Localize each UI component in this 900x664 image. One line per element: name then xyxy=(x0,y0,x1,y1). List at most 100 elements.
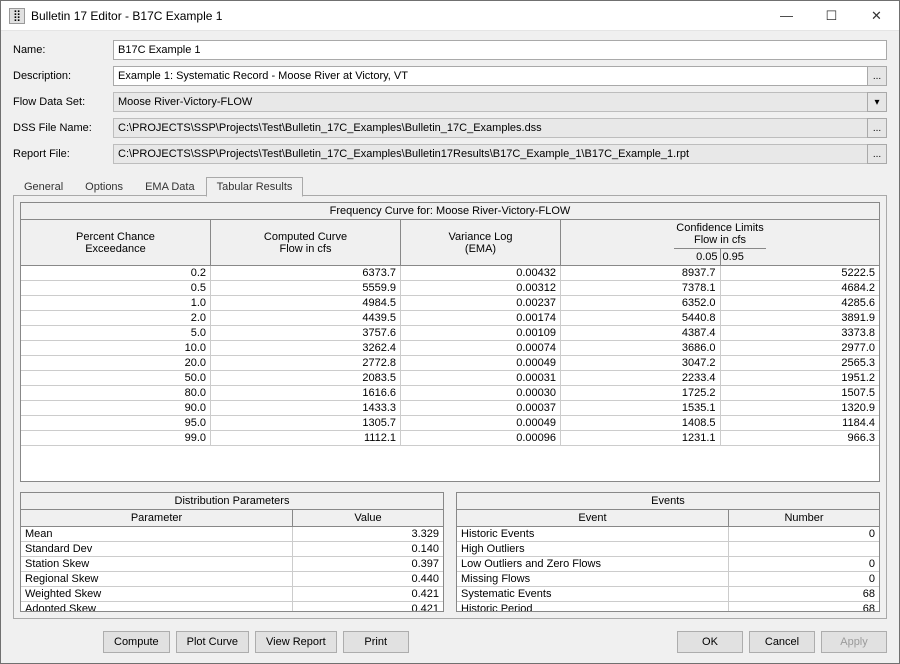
table-row[interactable]: Historic Period68 xyxy=(457,602,879,611)
cell-variance: 0.00037 xyxy=(401,401,561,415)
row-description: Description: ... xyxy=(13,65,887,87)
cancel-button[interactable]: Cancel xyxy=(749,631,815,653)
cell-value: 0.397 xyxy=(293,557,443,571)
cell-computed: 5559.9 xyxy=(211,281,401,295)
cell-conf-095: 5222.5 xyxy=(721,266,880,280)
distribution-parameters-body[interactable]: Mean3.329Standard Dev0.140Station Skew0.… xyxy=(21,527,443,611)
table-row[interactable]: 10.03262.40.000743686.02977.0 xyxy=(21,341,879,356)
cell-conf-095: 3891.9 xyxy=(721,311,880,325)
table-row[interactable]: 90.01433.30.000371535.11320.9 xyxy=(21,401,879,416)
tab-options[interactable]: Options xyxy=(74,177,134,196)
description-ellipsis-button[interactable]: ... xyxy=(867,66,887,86)
cell-percent: 95.0 xyxy=(21,416,211,430)
table-row[interactable]: 1.04984.50.002376352.04285.6 xyxy=(21,296,879,311)
table-row[interactable]: 2.04439.50.001745440.83891.9 xyxy=(21,311,879,326)
cell-computed: 1433.3 xyxy=(211,401,401,415)
table-row[interactable]: Historic Events0 xyxy=(457,527,879,542)
table-row[interactable]: 0.26373.70.004328937.75222.5 xyxy=(21,266,879,281)
label-dss-file: DSS File Name: xyxy=(13,122,113,134)
tab-tabular-results[interactable]: Tabular Results xyxy=(206,177,304,197)
cell-value: 3.329 xyxy=(293,527,443,541)
tab-general[interactable]: General xyxy=(13,177,74,196)
distribution-parameters-header: Parameter Value xyxy=(21,510,443,527)
col-parameter: Parameter xyxy=(21,510,293,526)
view-report-button[interactable]: View Report xyxy=(255,631,337,653)
cell-percent: 1.0 xyxy=(21,296,211,310)
close-button[interactable]: ✕ xyxy=(854,1,899,30)
cell-value: 0.421 xyxy=(293,587,443,601)
table-row[interactable]: Mean3.329 xyxy=(21,527,443,542)
cell-computed: 4984.5 xyxy=(211,296,401,310)
cell-variance: 0.00096 xyxy=(401,431,561,445)
cell-variance: 0.00109 xyxy=(401,326,561,340)
cell-computed: 2083.5 xyxy=(211,371,401,385)
cell-number: 0 xyxy=(729,572,879,586)
cell-variance: 0.00432 xyxy=(401,266,561,280)
ok-button[interactable]: OK xyxy=(677,631,743,653)
events-body[interactable]: Historic Events0High OutliersLow Outlier… xyxy=(457,527,879,611)
table-row[interactable]: High Outliers xyxy=(457,542,879,557)
cell-conf-095: 2565.3 xyxy=(721,356,880,370)
compute-button[interactable]: Compute xyxy=(103,631,170,653)
cell-param: Mean xyxy=(21,527,293,541)
cell-param: Adopted Skew xyxy=(21,602,293,611)
table-row[interactable]: Missing Flows0 xyxy=(457,572,879,587)
cell-computed: 3757.6 xyxy=(211,326,401,340)
cell-percent: 5.0 xyxy=(21,326,211,340)
report-file-ellipsis-button[interactable]: ... xyxy=(867,144,887,164)
cell-variance: 0.00031 xyxy=(401,371,561,385)
table-row[interactable]: Weighted Skew0.421 xyxy=(21,587,443,602)
chevron-down-icon: ▾ xyxy=(874,97,879,108)
name-field[interactable] xyxy=(113,40,887,60)
cell-event: Systematic Events xyxy=(457,587,729,601)
app-window: ⣿ Bulletin 17 Editor - B17C Example 1 — … xyxy=(0,0,900,664)
cell-conf-095: 1184.4 xyxy=(721,416,880,430)
table-row[interactable]: Systematic Events68 xyxy=(457,587,879,602)
cell-conf-005: 2233.4 xyxy=(561,371,721,385)
table-row[interactable]: 95.01305.70.000491408.51184.4 xyxy=(21,416,879,431)
frequency-curve-body[interactable]: 0.26373.70.004328937.75222.50.55559.90.0… xyxy=(21,266,879,481)
tab-ema-data[interactable]: EMA Data xyxy=(134,177,206,196)
row-flow-data-set: Flow Data Set: Moose River-Victory-FLOW … xyxy=(13,91,887,113)
col-confidence-limits: Confidence Limits Flow in cfs 0.05 0.95 xyxy=(561,220,879,265)
cell-conf-005: 5440.8 xyxy=(561,311,721,325)
label-description: Description: xyxy=(13,70,113,82)
cell-percent: 10.0 xyxy=(21,341,211,355)
table-row[interactable]: Station Skew0.397 xyxy=(21,557,443,572)
cell-conf-095: 1320.9 xyxy=(721,401,880,415)
frequency-curve-panel: Frequency Curve for: Moose River-Victory… xyxy=(20,202,880,482)
table-row[interactable]: Low Outliers and Zero Flows0 xyxy=(457,557,879,572)
cell-conf-095: 1507.5 xyxy=(721,386,880,400)
flow-data-set-select[interactable]: Moose River-Victory-FLOW xyxy=(113,92,868,112)
bottom-panels: Distribution Parameters Parameter Value … xyxy=(20,492,880,612)
cell-value: 0.421 xyxy=(293,602,443,611)
label-flow-data-set: Flow Data Set: xyxy=(13,96,113,108)
table-row[interactable]: 99.01112.10.000961231.1966.3 xyxy=(21,431,879,446)
table-row[interactable]: 80.01616.60.000301725.21507.5 xyxy=(21,386,879,401)
table-row[interactable]: Regional Skew0.440 xyxy=(21,572,443,587)
flow-data-set-dropdown-button[interactable]: ▾ xyxy=(867,92,887,112)
table-row[interactable]: Adopted Skew0.421 xyxy=(21,602,443,611)
maximize-button[interactable]: ☐ xyxy=(809,1,854,30)
print-button[interactable]: Print xyxy=(343,631,409,653)
table-row[interactable]: 0.55559.90.003127378.14684.2 xyxy=(21,281,879,296)
cell-percent: 90.0 xyxy=(21,401,211,415)
description-field[interactable] xyxy=(113,66,868,86)
cell-computed: 1112.1 xyxy=(211,431,401,445)
minimize-button[interactable]: — xyxy=(764,1,809,30)
cell-variance: 0.00049 xyxy=(401,356,561,370)
plot-curve-button[interactable]: Plot Curve xyxy=(176,631,249,653)
table-row[interactable]: Standard Dev0.140 xyxy=(21,542,443,557)
table-row[interactable]: 5.03757.60.001094387.43373.8 xyxy=(21,326,879,341)
label-report-file: Report File: xyxy=(13,148,113,160)
dss-file-ellipsis-button[interactable]: ... xyxy=(867,118,887,138)
apply-button[interactable]: Apply xyxy=(821,631,887,653)
window-controls: — ☐ ✕ xyxy=(764,1,899,30)
cell-param: Station Skew xyxy=(21,557,293,571)
window-title: Bulletin 17 Editor - B17C Example 1 xyxy=(31,9,764,23)
col-computed-curve: Computed Curve Flow in cfs xyxy=(211,220,401,265)
table-row[interactable]: 20.02772.80.000493047.22565.3 xyxy=(21,356,879,371)
cell-variance: 0.00312 xyxy=(401,281,561,295)
cell-conf-005: 1231.1 xyxy=(561,431,721,445)
table-row[interactable]: 50.02083.50.000312233.41951.2 xyxy=(21,371,879,386)
